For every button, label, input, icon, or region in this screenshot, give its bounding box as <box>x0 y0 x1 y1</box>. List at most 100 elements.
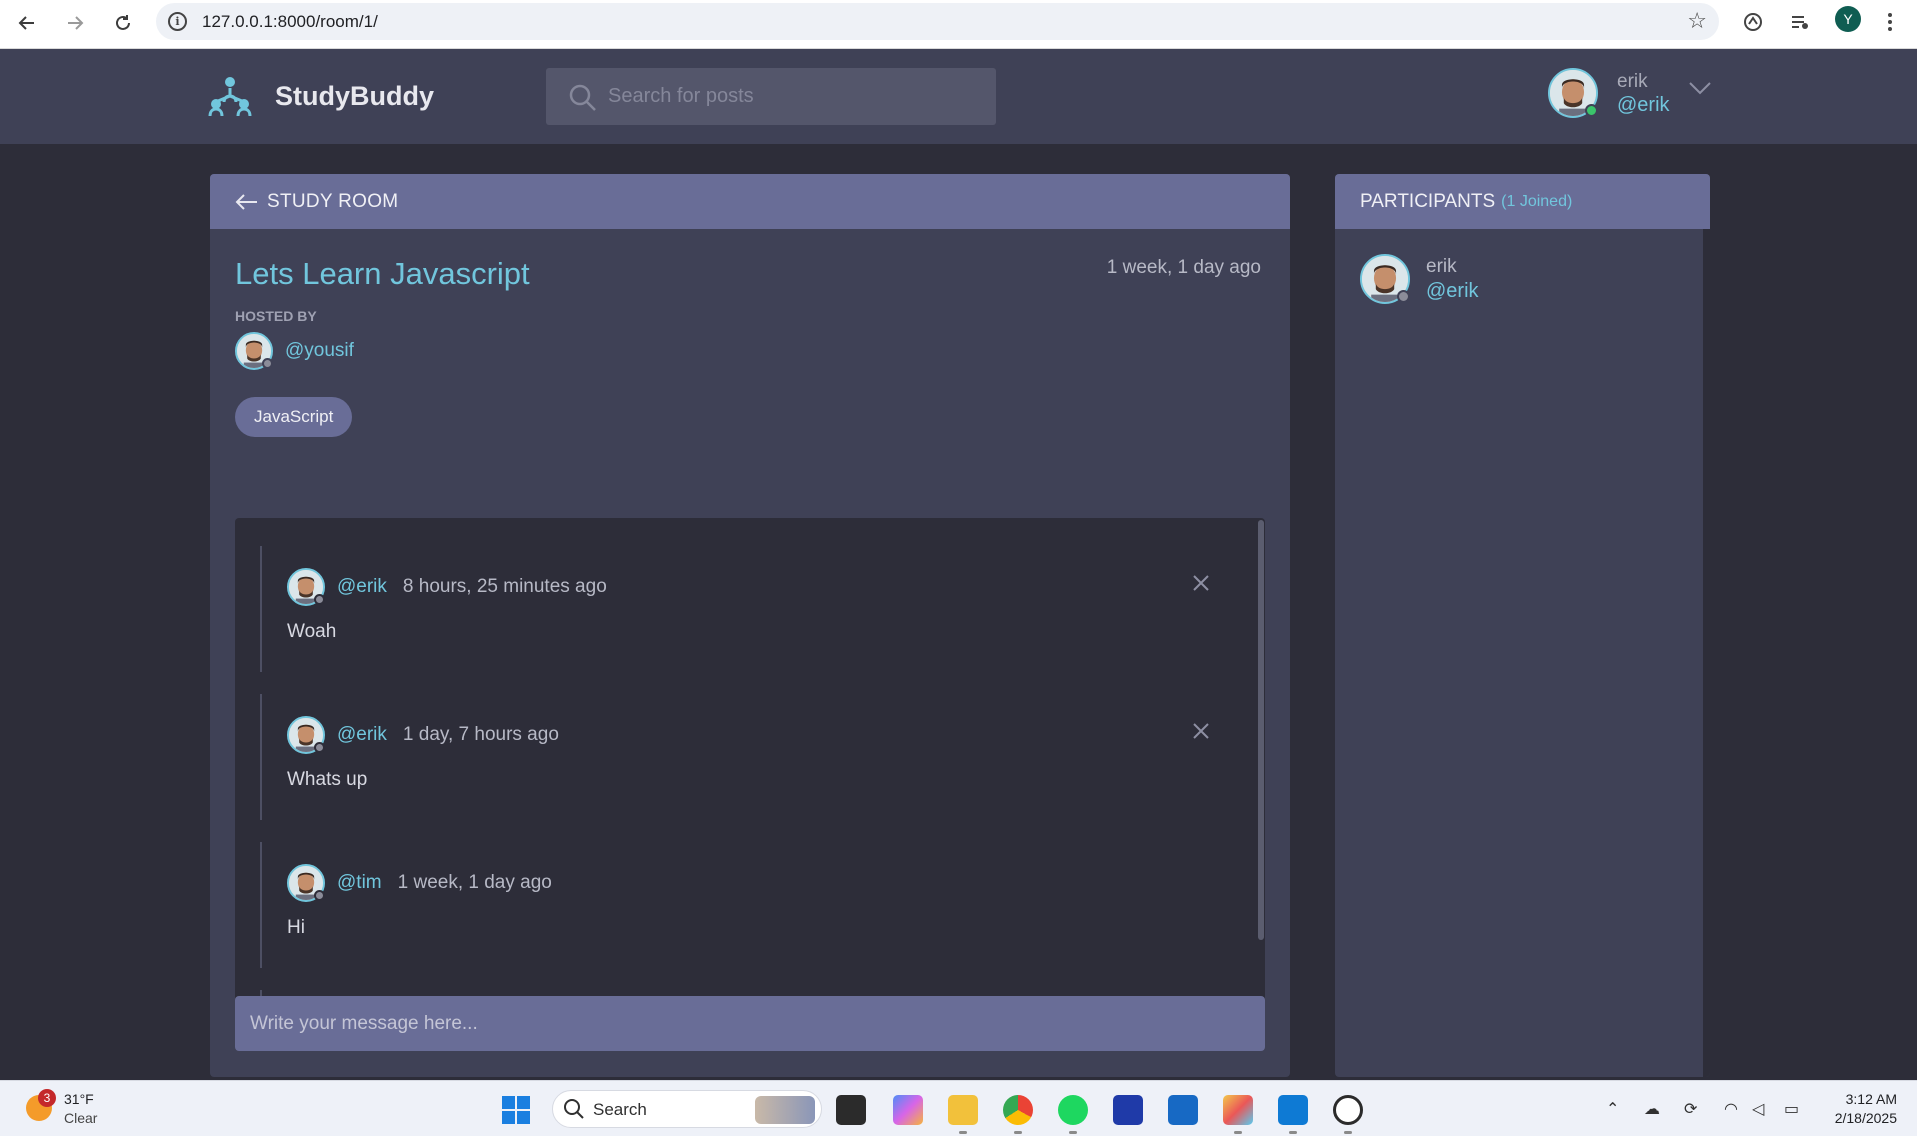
room-panel-header: Study Room <box>210 174 1290 229</box>
studybuddy-logo-icon[interactable] <box>208 74 252 118</box>
message-time: 8 hours, 25 minutes ago <box>402 576 607 597</box>
store-app-icon[interactable] <box>1168 1095 1198 1125</box>
url-text[interactable]: 127.0.0.1:8000/room/1/ <box>202 12 378 32</box>
copilot-app-icon[interactable] <box>893 1095 923 1125</box>
avatar[interactable] <box>287 864 325 902</box>
spotify-app-icon[interactable] <box>1058 1095 1088 1125</box>
message-author-handle[interactable]: @tim <box>337 872 382 894</box>
avatar[interactable] <box>287 568 325 606</box>
message-composer <box>235 996 1265 1051</box>
site-info-icon[interactable]: i <box>168 12 187 31</box>
browser-toolbar: i 127.0.0.1:8000/room/1/ ☆ Y <box>0 0 1917 49</box>
host-handle[interactable]: @yousif <box>285 340 354 362</box>
message-item: @erik 1 day, 7 hours ago Whats up <box>260 694 1220 820</box>
file-explorer-icon[interactable] <box>948 1095 978 1125</box>
clock-time: 3:12 AM <box>1845 1091 1897 1107</box>
search-icon <box>569 84 596 111</box>
vscode-app-icon[interactable] <box>1278 1095 1308 1125</box>
message-body: Hi <box>287 917 305 938</box>
forward-arrow-icon[interactable] <box>60 8 90 38</box>
running-indicator <box>1344 1131 1352 1134</box>
message-author-handle[interactable]: @erik <box>337 576 387 598</box>
offline-status-dot <box>314 890 325 901</box>
running-indicator <box>959 1131 967 1134</box>
search-box <box>546 68 996 125</box>
message-time: 1 day, 7 hours ago <box>402 724 559 745</box>
running-indicator <box>1014 1131 1022 1134</box>
avatar[interactable] <box>1360 254 1410 304</box>
hosted-by-label: Hosted By <box>235 308 317 324</box>
onedrive-cloud-icon[interactable]: ☁ <box>1644 1099 1660 1118</box>
delete-message-icon[interactable] <box>1192 722 1210 740</box>
clock-date: 2/18/2025 <box>1834 1110 1897 1126</box>
battery-icon[interactable]: ▭ <box>1784 1099 1799 1118</box>
message-list: @erik 8 hours, 25 minutes ago Woah @erik… <box>260 546 1220 1000</box>
offline-status-dot <box>262 358 273 369</box>
current-user-handle[interactable]: @erik <box>1617 94 1670 117</box>
wifi-icon[interactable]: ◠ <box>1724 1099 1738 1118</box>
system-clock[interactable]: 3:12 AM 2/18/2025 <box>1835 1090 1897 1128</box>
address-bar[interactable]: i 127.0.0.1:8000/room/1/ ☆ <box>156 3 1719 40</box>
participants-panel: Participants (1 Joined) erik @erik <box>1335 174 1710 1077</box>
search-icon <box>564 1099 584 1119</box>
reload-icon[interactable] <box>108 8 138 38</box>
chevron-down-icon[interactable] <box>1688 80 1712 96</box>
app-icon[interactable] <box>1333 1095 1363 1125</box>
offline-status-dot <box>314 594 325 605</box>
back-arrow-icon[interactable] <box>12 8 42 38</box>
windows-start-icon[interactable] <box>502 1096 530 1124</box>
bookmark-star-icon[interactable]: ☆ <box>1687 9 1707 34</box>
message-meta: @tim 1 week, 1 day ago <box>287 864 552 902</box>
current-user-name: erik <box>1617 71 1648 92</box>
volume-icon[interactable]: ◁ <box>1752 1099 1764 1118</box>
message-author-handle[interactable]: @erik <box>337 724 387 746</box>
topic-tag[interactable]: JavaScript <box>235 397 353 437</box>
room-host[interactable]: @yousif <box>235 332 354 370</box>
conversation-scrollbar[interactable] <box>1257 518 1265 1000</box>
conversation-thread: @erik 8 hours, 25 minutes ago Woah @erik… <box>235 518 1265 1000</box>
participants-header: Participants (1 Joined) <box>1335 174 1710 229</box>
message-body: Whats up <box>287 769 368 790</box>
back-arrow-icon[interactable] <box>235 193 259 211</box>
weather-widget[interactable]: 3 31°F Clear <box>22 1089 112 1129</box>
message-time: 1 week, 1 day ago <box>397 872 552 893</box>
chrome-app-icon[interactable] <box>1003 1095 1033 1125</box>
participant-item[interactable]: erik @erik <box>1360 254 1479 304</box>
avatar[interactable] <box>287 716 325 754</box>
taskbar-search-label: Search <box>593 1100 647 1119</box>
snipping-tool-icon[interactable] <box>1223 1095 1253 1125</box>
message-item: @tim 1 week, 1 day ago Hi <box>260 842 1220 968</box>
delete-message-icon[interactable] <box>1192 574 1210 592</box>
media-controls-icon[interactable] <box>1786 8 1814 36</box>
search-input[interactable] <box>608 68 988 125</box>
scrollbar-thumb[interactable] <box>1258 520 1264 940</box>
participants-title: Participants <box>1360 190 1496 212</box>
sync-icon[interactable]: ⟳ <box>1684 1099 1697 1118</box>
avatar[interactable] <box>235 332 273 370</box>
running-indicator <box>1289 1131 1297 1134</box>
browser-menu-icon[interactable] <box>1876 8 1904 36</box>
participant-handle[interactable]: @erik <box>1426 280 1479 303</box>
message-meta: @erik 1 day, 7 hours ago <box>287 716 559 754</box>
browser-profile-avatar[interactable]: Y <box>1835 6 1861 32</box>
avatar[interactable] <box>1548 68 1598 118</box>
running-indicator <box>1234 1131 1242 1134</box>
taskbar-search[interactable]: Search <box>552 1090 822 1128</box>
message-body: Woah <box>287 621 337 642</box>
user-menu[interactable]: erik @erik <box>1548 68 1718 124</box>
brand-name[interactable]: StudyBuddy <box>275 81 434 112</box>
running-indicator <box>1069 1131 1077 1134</box>
l-app-icon[interactable] <box>1113 1095 1143 1125</box>
extension-icon[interactable] <box>1739 8 1767 36</box>
room-created-time: 1 week, 1 day ago <box>1106 257 1261 278</box>
offline-status-dot <box>314 742 325 753</box>
offline-status-dot <box>1397 290 1410 303</box>
message-input[interactable] <box>235 996 1265 1051</box>
message-meta: @erik 8 hours, 25 minutes ago <box>287 568 607 606</box>
participants-scrollbar[interactable] <box>1703 229 1710 1077</box>
terminal-app-icon[interactable] <box>836 1095 866 1125</box>
participant-names: erik @erik <box>1426 256 1479 303</box>
os-taskbar: 3 31°F Clear Search ⌃ ☁ ⟳ ◠ ◁ ▭ 3:12 AM … <box>0 1080 1917 1136</box>
tray-overflow-chevron-icon[interactable]: ⌃ <box>1606 1099 1619 1118</box>
weather-temperature: 31°F <box>64 1091 94 1107</box>
